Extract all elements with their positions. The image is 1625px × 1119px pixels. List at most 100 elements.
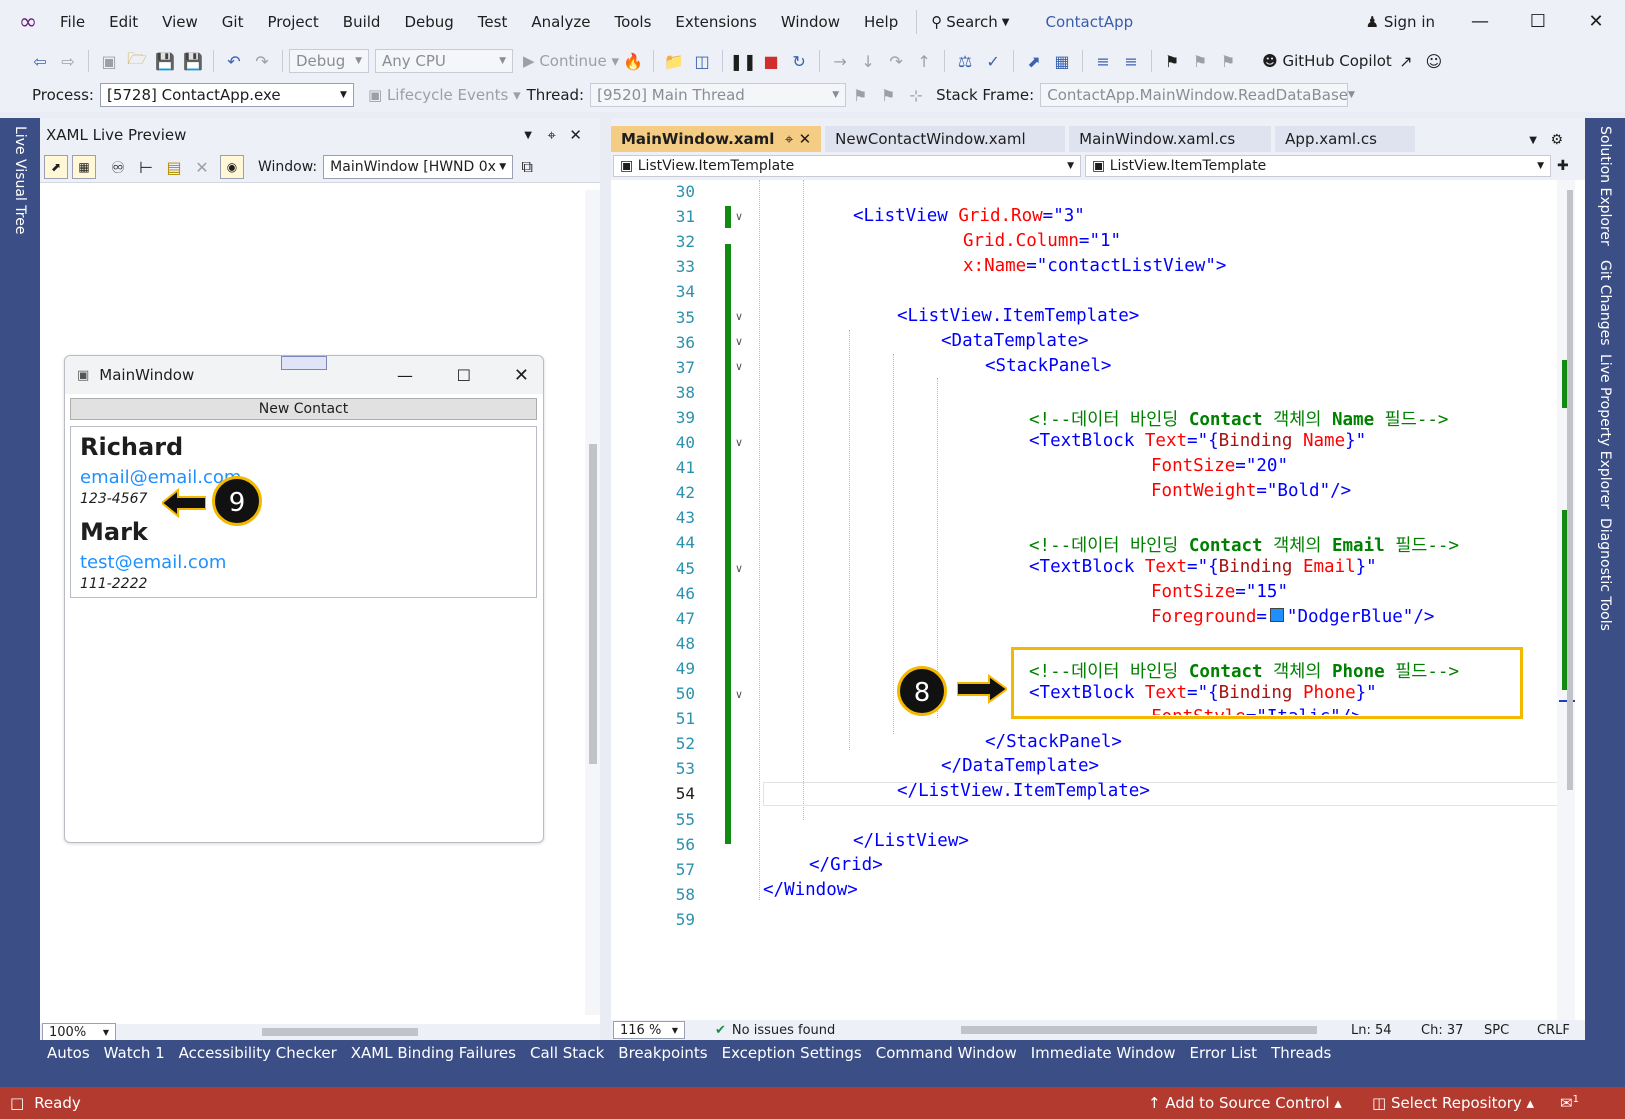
tab-error-list[interactable]: Error List bbox=[1183, 1044, 1265, 1062]
tab-accessibility-checker[interactable]: Accessibility Checker bbox=[172, 1044, 344, 1062]
display-layout-icon[interactable]: ▦ bbox=[1051, 50, 1073, 72]
fold-icon[interactable]: ∨ bbox=[735, 310, 743, 323]
fold-icon[interactable]: ∨ bbox=[735, 436, 743, 449]
column-indicator[interactable]: Ch: 37 bbox=[1421, 1023, 1463, 1038]
editor-vertical-scrollbar[interactable] bbox=[1557, 180, 1575, 1020]
notifications-button[interactable]: ✉1 bbox=[1560, 1094, 1579, 1112]
display-layout-icon[interactable]: ▦ bbox=[72, 155, 96, 179]
pin-icon[interactable]: ⌖ bbox=[548, 126, 556, 144]
tab-app-xaml-cs[interactable]: App.xaml.cs bbox=[1275, 126, 1416, 152]
tab-mainwindow-xaml[interactable]: MainWindow.xaml ⌖ ✕ bbox=[611, 126, 822, 152]
lifecycle-events-button[interactable]: ▣ Lifecycle Events ▾ bbox=[368, 86, 521, 104]
select-repository-button[interactable]: ◫ Select Repository ▴ bbox=[1372, 1094, 1534, 1112]
fold-icon[interactable]: ∨ bbox=[735, 335, 743, 348]
hot-reload-icon[interactable]: 🔥 bbox=[622, 50, 644, 72]
save-icon[interactable]: 💾 bbox=[154, 50, 176, 72]
tab-threads[interactable]: Threads bbox=[1264, 1044, 1338, 1062]
window-layout-icon[interactable]: ◫ bbox=[691, 50, 713, 72]
issues-status[interactable]: No issues found bbox=[732, 1023, 835, 1038]
diagnostic-tools-tab[interactable]: Diagnostic Tools bbox=[1597, 518, 1613, 631]
tab-breakpoints[interactable]: Breakpoints bbox=[611, 1044, 714, 1062]
layout-adorners-icon[interactable]: ▤ bbox=[163, 156, 185, 178]
menu-file[interactable]: File bbox=[48, 0, 97, 44]
close-button[interactable]: ✕ bbox=[1567, 0, 1625, 44]
sign-in-button[interactable]: ♟ Sign in bbox=[1366, 0, 1435, 44]
tab-xaml-binding-failures[interactable]: XAML Binding Failures bbox=[344, 1044, 523, 1062]
ruler-icon[interactable]: ⊢ bbox=[135, 156, 157, 178]
select-element-icon[interactable]: ⬈ bbox=[44, 155, 68, 179]
pause-icon[interactable]: ❚❚ bbox=[730, 50, 757, 72]
navigation-dropdown-right[interactable]: ▣ ListView.ItemTemplate ▼ bbox=[1085, 155, 1551, 177]
menu-view[interactable]: View bbox=[150, 0, 210, 44]
select-element-icon[interactable]: ⬈ bbox=[1023, 50, 1045, 72]
split-icon[interactable]: ✚ bbox=[1557, 158, 1569, 174]
drag-handle[interactable] bbox=[281, 356, 327, 370]
live-visual-tree-tab[interactable]: Live Visual Tree bbox=[12, 126, 28, 234]
bookmark-icon[interactable]: ⚑ bbox=[1161, 50, 1183, 72]
git-changes-tab[interactable]: Git Changes bbox=[1597, 260, 1613, 346]
show-next-statement-icon[interactable]: → bbox=[829, 50, 851, 72]
flag-icon[interactable]: ⚑ bbox=[849, 84, 871, 106]
live-property-explorer-tab[interactable]: Live Property Explorer bbox=[1597, 354, 1613, 509]
tab-immediate-window[interactable]: Immediate Window bbox=[1024, 1044, 1183, 1062]
spell-check-icon[interactable]: ✓ bbox=[982, 50, 1004, 72]
scrollbar-thumb[interactable] bbox=[1567, 190, 1573, 790]
fold-icon[interactable]: ∨ bbox=[735, 360, 743, 373]
horizontal-scrollbar-thumb[interactable] bbox=[262, 1028, 418, 1036]
new-contact-button[interactable]: New Contact bbox=[70, 398, 537, 420]
undo-icon[interactable]: ↶ bbox=[223, 50, 245, 72]
menu-window[interactable]: Window bbox=[769, 0, 852, 44]
clear-icon[interactable]: ✕ bbox=[191, 156, 213, 178]
configuration-dropdown[interactable]: Debug ▼ bbox=[289, 49, 369, 73]
tab-call-stack[interactable]: Call Stack bbox=[523, 1044, 611, 1062]
navigation-dropdown-left[interactable]: ▣ ListView.ItemTemplate ▼ bbox=[613, 155, 1081, 177]
close-icon[interactable]: ✕ bbox=[569, 126, 582, 144]
menu-test[interactable]: Test bbox=[466, 0, 520, 44]
platform-dropdown[interactable]: Any CPU ▼ bbox=[375, 49, 513, 73]
open-folder-icon[interactable]: 🗁 bbox=[126, 49, 148, 72]
scrollbar-thumb[interactable] bbox=[589, 444, 597, 764]
restart-icon[interactable]: ↻ bbox=[788, 50, 810, 72]
outdent-icon[interactable]: ≡ bbox=[1120, 50, 1142, 72]
tab-newcontactwindow-xaml[interactable]: NewContactWindow.xaml bbox=[825, 126, 1066, 152]
color-swatch[interactable] bbox=[1269, 608, 1284, 622]
panel-menu-icon[interactable]: ▼ bbox=[524, 130, 532, 141]
window-dropdown[interactable]: MainWindow [HWND 0x ▼ bbox=[323, 155, 514, 179]
code-text-area[interactable]: 30 31 32 33 34 35 36 37 38 39 40 41 42 43 44 45 46 47 48 49… bbox=[611, 180, 1557, 1020]
step-into-icon[interactable]: ↓ bbox=[857, 50, 879, 72]
tab-command-window[interactable]: Command Window bbox=[869, 1044, 1024, 1062]
tab-mainwindow-xaml-cs[interactable]: MainWindow.xaml.cs bbox=[1069, 126, 1272, 152]
menu-git[interactable]: Git bbox=[210, 0, 256, 44]
stack-frame-dropdown[interactable]: ContactApp.MainWindow.ReadDataBase ▼ bbox=[1040, 83, 1355, 107]
process-dropdown[interactable]: [5728] ContactApp.exe ▼ bbox=[99, 83, 354, 107]
menu-extensions[interactable]: Extensions bbox=[663, 0, 768, 44]
menu-project[interactable]: Project bbox=[255, 0, 330, 44]
flag-threads-icon[interactable]: ⚑ bbox=[877, 84, 899, 106]
pin-icon[interactable]: ⌖ bbox=[785, 130, 793, 148]
line-indicator[interactable]: Ln: 54 bbox=[1351, 1023, 1392, 1038]
step-out-icon[interactable]: ↑ bbox=[913, 50, 935, 72]
tab-autos[interactable]: Autos bbox=[40, 1044, 97, 1062]
search-box[interactable]: ⚲ Search ▼ bbox=[916, 10, 1023, 34]
minimize-icon[interactable]: — bbox=[397, 366, 413, 385]
new-project-icon[interactable]: ▣ bbox=[98, 50, 120, 72]
fold-icon[interactable]: ∨ bbox=[735, 562, 743, 575]
menu-help[interactable]: Help bbox=[852, 0, 910, 44]
thread-dropdown[interactable]: [9520] Main Thread ▼ bbox=[590, 83, 847, 107]
continue-button[interactable]: ▶ Continue ▾ bbox=[523, 52, 619, 70]
diagnostics-icon[interactable]: ⚖ bbox=[954, 50, 976, 72]
back-icon[interactable]: ⇦ bbox=[29, 50, 51, 72]
close-icon[interactable]: ✕ bbox=[799, 130, 812, 148]
forward-icon[interactable]: ⇨ bbox=[57, 50, 79, 72]
browse-icon[interactable]: 📁 bbox=[663, 50, 685, 72]
menu-debug[interactable]: Debug bbox=[392, 0, 465, 44]
menu-edit[interactable]: Edit bbox=[97, 0, 150, 44]
maximize-button[interactable]: ☐ bbox=[1509, 0, 1567, 44]
next-bookmark-icon[interactable]: ⚑ bbox=[1217, 50, 1239, 72]
step-over-icon[interactable]: ↷ bbox=[885, 50, 907, 72]
fold-icon[interactable]: ∨ bbox=[735, 688, 743, 701]
gear-icon[interactable]: ⚙ bbox=[1550, 132, 1563, 148]
menu-tools[interactable]: Tools bbox=[602, 0, 663, 44]
save-all-icon[interactable]: 💾 bbox=[182, 50, 204, 72]
redo-icon[interactable]: ↷ bbox=[251, 50, 273, 72]
